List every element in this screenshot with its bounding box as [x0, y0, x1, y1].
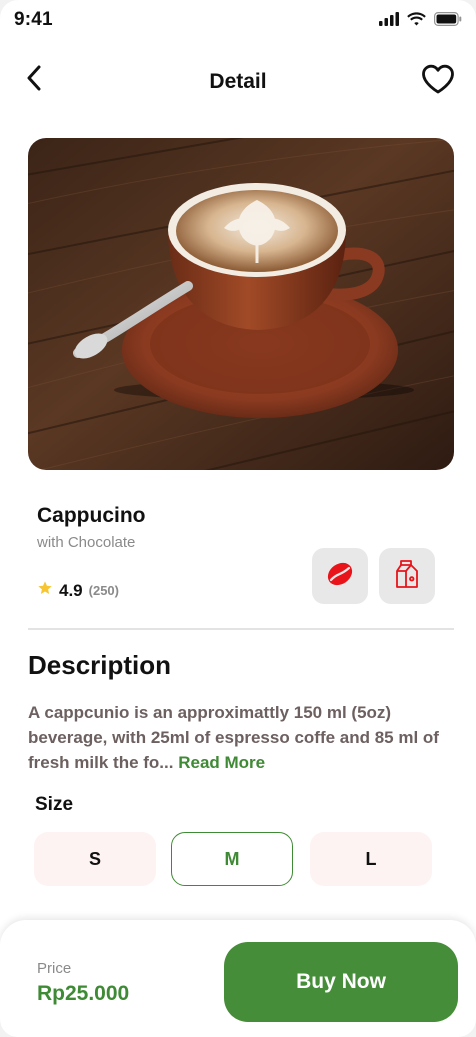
cappuccino-photo: [28, 138, 454, 470]
battery-icon: [434, 12, 462, 31]
star-icon: [37, 580, 53, 601]
header: Detail: [0, 54, 476, 110]
milk-carton-icon: [394, 559, 420, 594]
status-time: 9:41: [14, 9, 53, 30]
milk-option[interactable]: [379, 548, 435, 604]
status-icons: [379, 12, 462, 31]
size-option-s[interactable]: S: [34, 832, 156, 886]
read-more-link[interactable]: Read More: [178, 753, 265, 772]
size-option-l[interactable]: L: [310, 832, 432, 886]
price-label: Price: [37, 960, 72, 977]
heart-icon: [421, 64, 455, 99]
buy-now-button[interactable]: Buy Now: [224, 942, 458, 1022]
product-subtitle: with Chocolate: [37, 534, 136, 551]
price-value: Rp25.000: [37, 982, 130, 1005]
rating-value: 4.9: [59, 580, 83, 600]
product-name: Cappucino: [37, 504, 146, 527]
signal-icon: [379, 12, 399, 31]
favorite-button[interactable]: [420, 64, 456, 98]
checkout-bar: Price Rp25.000 Buy Now: [0, 920, 476, 1037]
rating-count: (250): [88, 583, 119, 598]
rating: 4.9 (250): [37, 580, 119, 601]
size-option-m[interactable]: M: [171, 832, 293, 886]
size-label: Size: [35, 794, 74, 815]
status-bar: 9:41: [0, 0, 476, 40]
wifi-icon: [407, 12, 426, 31]
product-image: [28, 138, 454, 470]
coffee-bean-option[interactable]: [312, 548, 368, 604]
coffee-bean-icon: [325, 559, 355, 594]
detail-screen: 9:41 Detail Cappucino with Chocolate 4.9…: [0, 0, 476, 1037]
description-title: Description: [28, 650, 172, 680]
description-text: A cappcunio is an approximattly 150 ml (…: [28, 700, 446, 775]
page-title: Detail: [209, 70, 267, 93]
divider: [28, 628, 454, 630]
